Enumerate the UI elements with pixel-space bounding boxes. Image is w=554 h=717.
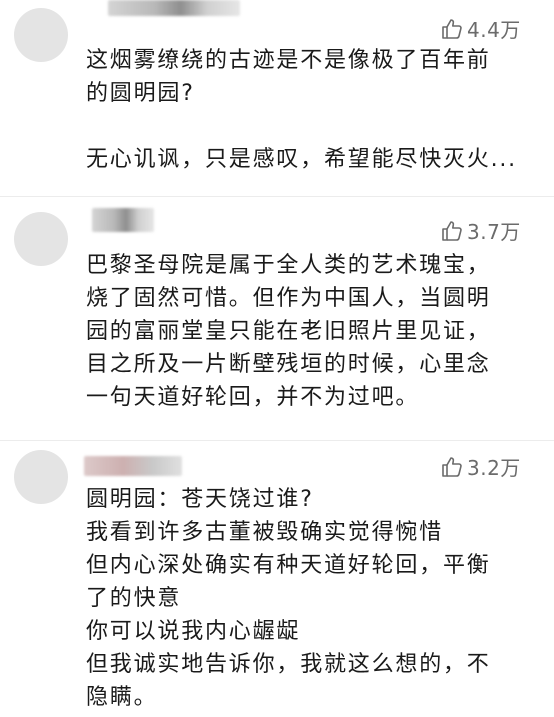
comment-line: 这烟雾缭绕的古迹是不是像极了百年前: [86, 48, 491, 73]
username-blurred[interactable]: [92, 208, 154, 232]
comment-line: 我看到许多古董被毁确实觉得惋惜: [86, 520, 444, 545]
avatar[interactable]: [14, 212, 68, 266]
comment-line: 你可以说我内心龌龊: [86, 619, 301, 644]
like-count: 3.2万: [467, 456, 521, 480]
comment-line: 但我诚实地告诉你，我就这么想的，不: [86, 652, 491, 677]
username-blurred[interactable]: [108, 0, 240, 16]
comment-line: 烧了固然可惜。但作为中国人，当圆明: [86, 286, 491, 311]
comment-line: 目之所及一片断壁残垣的时候，心里念: [86, 352, 491, 377]
like-count: 3.7万: [467, 220, 521, 244]
like-count: 4.4万: [467, 18, 521, 42]
comment-line: 的圆明园?: [86, 81, 195, 106]
comment-3: 3.2万 圆明园：苍天饶过谁? 我看到许多古董被毁确实觉得惋惜 但内心深处确实有…: [0, 440, 554, 717]
thumbs-up-icon: [442, 18, 462, 39]
username-blurred[interactable]: [84, 456, 182, 476]
thumbs-up-icon: [442, 220, 462, 241]
comment-line: 隐瞒。: [86, 685, 158, 710]
comment-2: 3.7万 巴黎圣母院是属于全人类的艺术瑰宝， 烧了固然可惜。但作为中国人，当圆明…: [0, 196, 554, 440]
comment-line: 一句天道好轮回，并不为过吧。: [86, 385, 420, 410]
comment-1: 4.4万 这烟雾缭绕的古迹是不是像极了百年前 的圆明园? 无心讥讽，只是感叹，希…: [0, 0, 554, 200]
thumbs-up-icon: [442, 456, 462, 477]
comment-line: 圆明园：苍天饶过谁?: [86, 487, 314, 512]
avatar[interactable]: [14, 450, 68, 504]
comment-blank-line: [86, 110, 536, 143]
like-button[interactable]: 4.4万: [440, 14, 521, 43]
comment-line: 园的富丽堂皇只能在老旧照片里见证，: [86, 319, 491, 344]
like-button[interactable]: 3.2万: [440, 452, 521, 481]
comment-text: 这烟雾缭绕的古迹是不是像极了百年前 的圆明园? 无心讥讽，只是感叹，希望能尽快灭…: [86, 44, 536, 176]
comment-line: 巴黎圣母院是属于全人类的艺术瑰宝，: [86, 253, 491, 278]
comment-text: 圆明园：苍天饶过谁? 我看到许多古董被毁确实觉得惋惜 但内心深处确实有种天道好轮…: [86, 483, 536, 714]
comment-line: 无心讥讽，只是感叹，希望能尽快灭火...: [86, 147, 517, 172]
comment-feed: 4.4万 这烟雾缭绕的古迹是不是像极了百年前 的圆明园? 无心讥讽，只是感叹，希…: [0, 0, 554, 717]
comment-text: 巴黎圣母院是属于全人类的艺术瑰宝， 烧了固然可惜。但作为中国人，当圆明 园的富丽…: [86, 249, 536, 414]
like-button[interactable]: 3.7万: [440, 216, 521, 245]
comment-line: 了的快意: [86, 586, 182, 611]
comment-line: 但内心深处确实有种天道好轮回，平衡: [86, 553, 491, 578]
avatar[interactable]: [14, 8, 68, 62]
